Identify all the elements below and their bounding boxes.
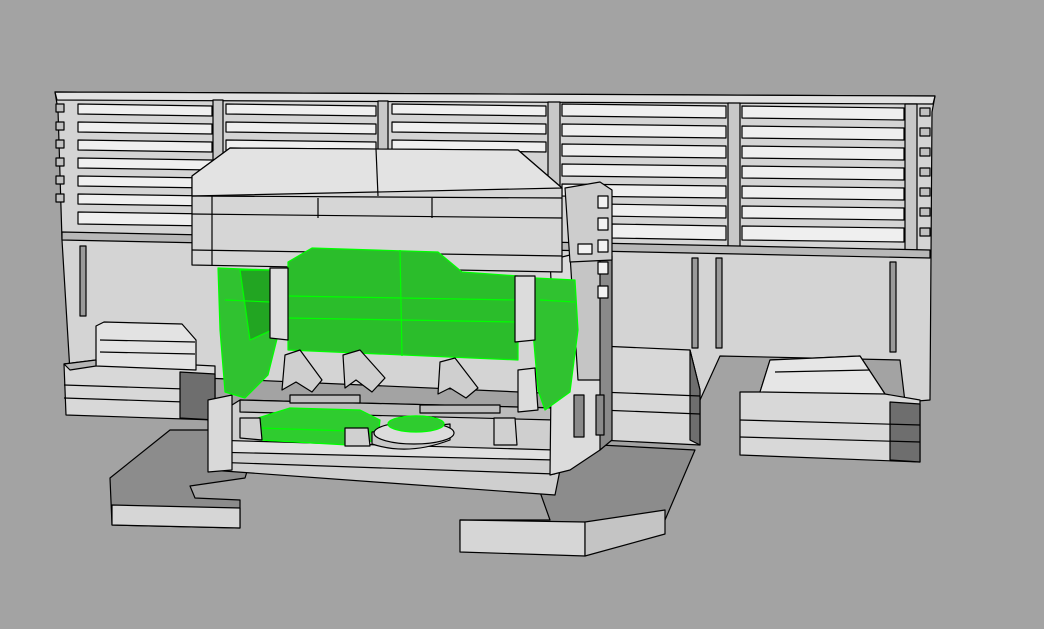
right-pedestal[interactable] xyxy=(599,345,921,463)
viewport-canvas[interactable] xyxy=(0,0,1044,629)
3d-viewport[interactable] xyxy=(0,0,1044,629)
